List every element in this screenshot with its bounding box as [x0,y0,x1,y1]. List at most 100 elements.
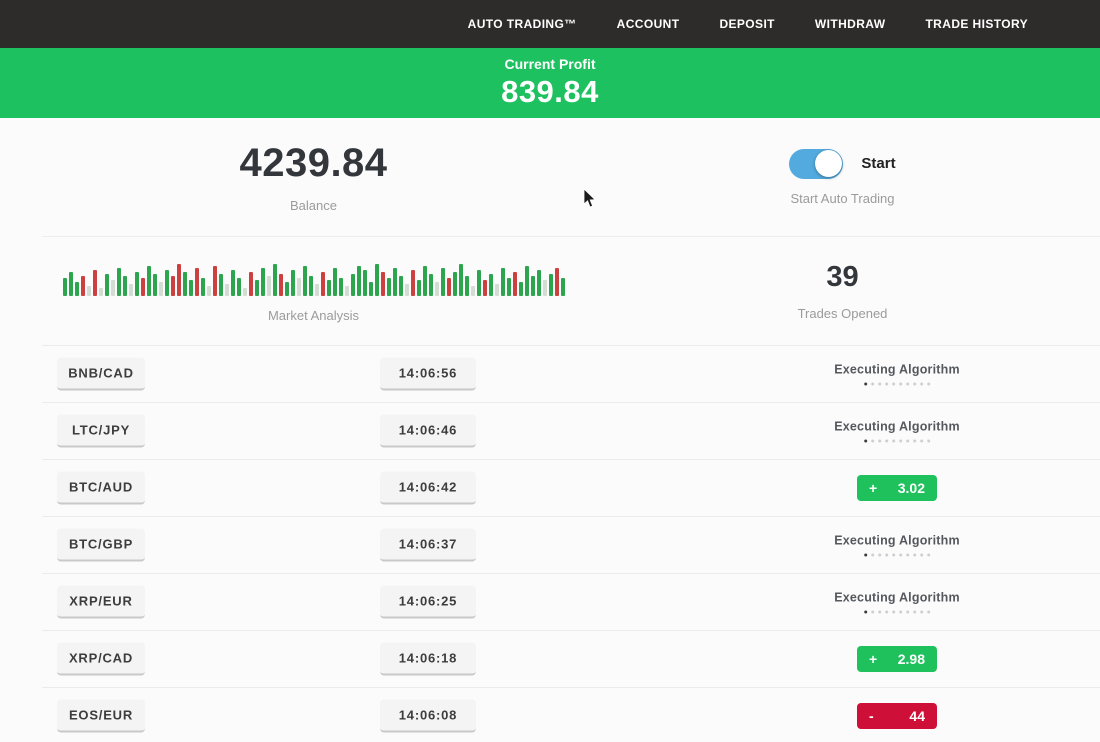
executing-algorithm-label: Executing Algorithm [834,420,960,434]
trades-opened-cell: 39 Trades Opened [585,237,1100,345]
chart-bar [339,278,343,296]
chart-bar [285,282,289,296]
chart-bar [519,282,523,296]
progress-dot [906,383,909,386]
trades-opened-value: 39 [826,261,858,294]
table-row: BTC/AUD14:06:42+3.02 [42,459,1100,516]
progress-dot [899,554,902,557]
balance-section: 4239.84 Balance Start Start Auto Trading [42,118,1100,237]
chart-bar [429,274,433,296]
chart-bar [69,272,73,296]
progress-dot [920,383,923,386]
chart-bar [249,272,253,296]
auto-trading-label: Start Auto Trading [790,191,894,206]
trade-time-chip: 14:06:46 [380,415,476,448]
balance-label: Balance [290,198,337,213]
nav-item-auto-trading[interactable]: AUTO TRADING™ [468,17,577,31]
progress-dot [913,440,916,443]
chart-bar [237,278,241,296]
progress-dot [920,440,923,443]
chart-bar [435,282,439,296]
chart-bar [471,286,475,296]
chart-bar [93,270,97,296]
trade-pair-chip: LTC/JPY [57,415,145,448]
nav-item-trade-history[interactable]: TRADE HISTORY [925,17,1028,31]
chart-bar [75,282,79,296]
table-row: BTC/GBP14:06:37Executing Algorithm [42,516,1100,573]
progress-dot [885,383,888,386]
chart-bar [537,270,541,296]
chart-bar [483,280,487,296]
progress-dot [864,611,867,614]
chart-bar [123,276,127,296]
chart-bar [321,272,325,296]
badge-sign: + [869,651,877,667]
chart-bar [231,270,235,296]
chart-bar [159,282,163,296]
progress-dot [871,440,874,443]
current-profit-banner: Current Profit 839.84 [0,48,1100,118]
chart-bar [153,274,157,296]
chart-bar [327,280,331,296]
progress-dot [864,440,867,443]
nav-item-account[interactable]: ACCOUNT [617,17,680,31]
chart-bar [399,276,403,296]
chart-bar [147,266,151,296]
chart-bar [141,278,145,296]
trade-status: +3.02 [857,475,937,501]
chart-bar [303,266,307,296]
chart-bar [111,280,115,296]
chart-bar [219,274,223,296]
balance-value: 4239.84 [239,141,387,186]
progress-dot [913,554,916,557]
chart-bar [81,276,85,296]
auto-trading-toggle[interactable] [789,149,843,179]
progress-dot [878,554,881,557]
chart-bar [381,272,385,296]
trade-pair-chip: BTC/AUD [57,472,145,505]
chart-bar [291,270,295,296]
chart-bar [501,268,505,296]
table-row: BNB/CAD14:06:56Executing Algorithm [42,345,1100,402]
chart-bar [213,266,217,296]
trade-status: +2.98 [857,646,937,672]
chart-bar [543,280,547,296]
chart-bar [87,286,91,296]
progress-dot [871,554,874,557]
progress-dot [927,383,930,386]
chart-bar [255,280,259,296]
chart-bar [393,268,397,296]
chart-bar [177,264,181,296]
trade-status: Executing Algorithm [834,591,960,614]
chart-bar [513,272,517,296]
chart-bar [507,278,511,296]
chart-bar [243,288,247,296]
progress-dots [864,383,930,386]
progress-dot [864,383,867,386]
progress-dot [864,554,867,557]
nav-item-withdraw[interactable]: WITHDRAW [815,17,886,31]
chart-bar [297,278,301,296]
chart-bar [441,268,445,296]
auto-trading-cell: Start Start Auto Trading [585,118,1100,236]
executing-algorithm-label: Executing Algorithm [834,534,960,548]
chart-bar [561,278,565,296]
chart-bar [465,276,469,296]
progress-dot [913,611,916,614]
chart-bar [279,274,283,296]
chart-bar [225,284,229,296]
executing-algorithm-label: Executing Algorithm [834,591,960,605]
chart-bar [207,286,211,296]
progress-dot [885,554,888,557]
chart-bar [267,276,271,296]
chart-bar [549,274,553,296]
table-row: LTC/JPY 14:06:46 Executing Algorithm [42,402,1100,459]
progress-dot [871,383,874,386]
profit-badge: +2.98 [857,646,937,672]
top-navigation: AUTO TRADING™ ACCOUNT DEPOSIT WITHDRAW TRADE… [0,0,1100,48]
chart-bar [417,280,421,296]
progress-dot [892,611,895,614]
nav-item-deposit[interactable]: DEPOSIT [719,17,774,31]
chart-bar [315,284,319,296]
chart-bar [117,268,121,296]
